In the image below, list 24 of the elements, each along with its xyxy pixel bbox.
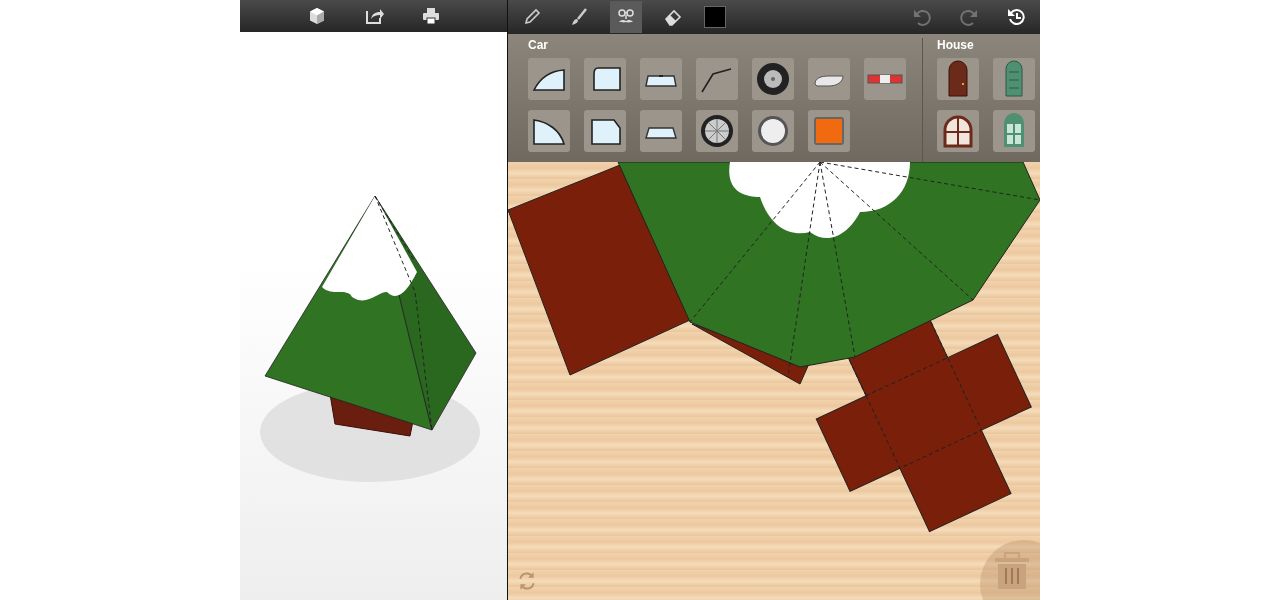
headlight-stamp[interactable] xyxy=(808,58,850,100)
side-window-stamp[interactable] xyxy=(584,58,626,100)
category-label: Car xyxy=(528,38,549,52)
square-window-stamp[interactable] xyxy=(584,110,626,152)
eraser-icon[interactable] xyxy=(663,7,683,27)
pencil-icon[interactable] xyxy=(522,7,542,27)
windshield-stamp[interactable] xyxy=(640,58,682,100)
taillight-stamp[interactable] xyxy=(864,58,906,100)
trash-icon xyxy=(994,552,1030,590)
printer-icon[interactable] xyxy=(420,6,441,26)
quarter-window-stamp[interactable] xyxy=(528,110,570,152)
door-stamp[interactable] xyxy=(937,58,979,100)
round-light-stamp[interactable] xyxy=(752,110,794,152)
arched-window-stamp[interactable] xyxy=(937,110,979,152)
color-swatch[interactable] xyxy=(704,6,726,28)
rear-window-stamp[interactable] xyxy=(528,58,570,100)
clock-arrow-icon[interactable] xyxy=(1006,7,1026,27)
tire-stamp[interactable] xyxy=(752,58,794,100)
windshield-stamp[interactable] xyxy=(640,110,682,152)
spoked-wheel-stamp[interactable] xyxy=(696,110,738,152)
brush-icon[interactable] xyxy=(569,7,589,27)
wiper-stamp[interactable] xyxy=(696,58,738,100)
window-stamp[interactable] xyxy=(993,110,1035,152)
category-label: House xyxy=(937,38,975,52)
